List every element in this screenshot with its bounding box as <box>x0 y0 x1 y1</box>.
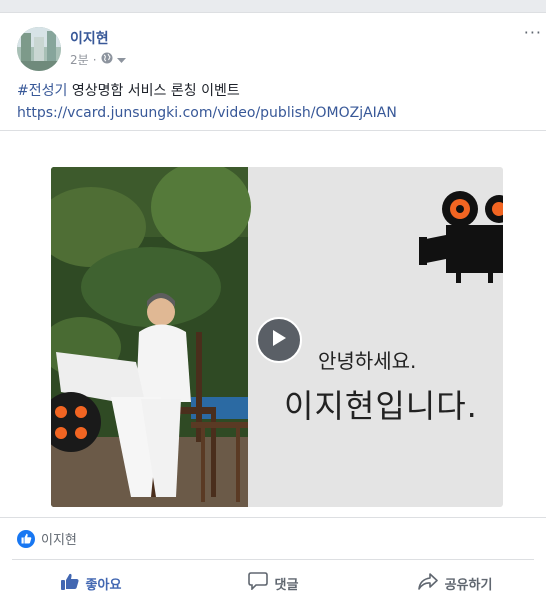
like-label: 좋아요 <box>85 577 122 593</box>
post-url-link[interactable]: https://vcard.junsungki.com/video/publis… <box>17 102 397 124</box>
post-meta: 2분 · <box>70 51 126 68</box>
share-button[interactable]: 공유하기 <box>364 565 546 601</box>
author-avatar[interactable] <box>17 27 61 71</box>
video-player[interactable]: 안녕하세요. 이지현입니다. <box>51 167 503 507</box>
globe-icon[interactable] <box>101 52 113 67</box>
share-label: 공유하기 <box>444 577 493 593</box>
divider <box>0 517 546 518</box>
reaction-summary[interactable]: 이지현 <box>17 529 77 548</box>
chevron-down-icon[interactable] <box>116 53 126 67</box>
feed-post: 이지현 2분 · ··· #전성기 영상명함 서비스 론칭 이벤트 https:… <box>0 12 546 608</box>
like-button[interactable]: 좋아요 <box>0 565 182 601</box>
post-text: #전성기 영상명함 서비스 론칭 이벤트 https://vcard.junsu… <box>17 80 397 124</box>
play-icon <box>271 329 287 351</box>
like-reaction-icon <box>17 529 35 548</box>
divider <box>12 559 534 560</box>
post-actions: 좋아요 댓글 공유하기 <box>0 565 546 601</box>
thumbs-up-icon <box>60 573 79 594</box>
share-icon <box>417 572 438 594</box>
play-button[interactable] <box>256 317 302 363</box>
post-body: 영상명함 서비스 론칭 이벤트 <box>67 83 240 99</box>
hashtag-link[interactable]: #전성기 <box>17 83 67 99</box>
video-greeting-text: 안녕하세요. <box>318 349 417 373</box>
comment-icon <box>247 572 268 594</box>
comment-label: 댓글 <box>274 577 299 593</box>
author-name[interactable]: 이지현 <box>70 28 109 48</box>
dot-separator: · <box>92 52 97 67</box>
video-name-text: 이지현입니다. <box>284 387 478 425</box>
post-timestamp[interactable]: 2분 <box>70 51 89 68</box>
comment-button[interactable]: 댓글 <box>182 565 364 601</box>
divider <box>0 130 546 131</box>
more-options-button[interactable]: ··· <box>524 23 542 42</box>
reaction-names[interactable]: 이지현 <box>41 529 77 548</box>
